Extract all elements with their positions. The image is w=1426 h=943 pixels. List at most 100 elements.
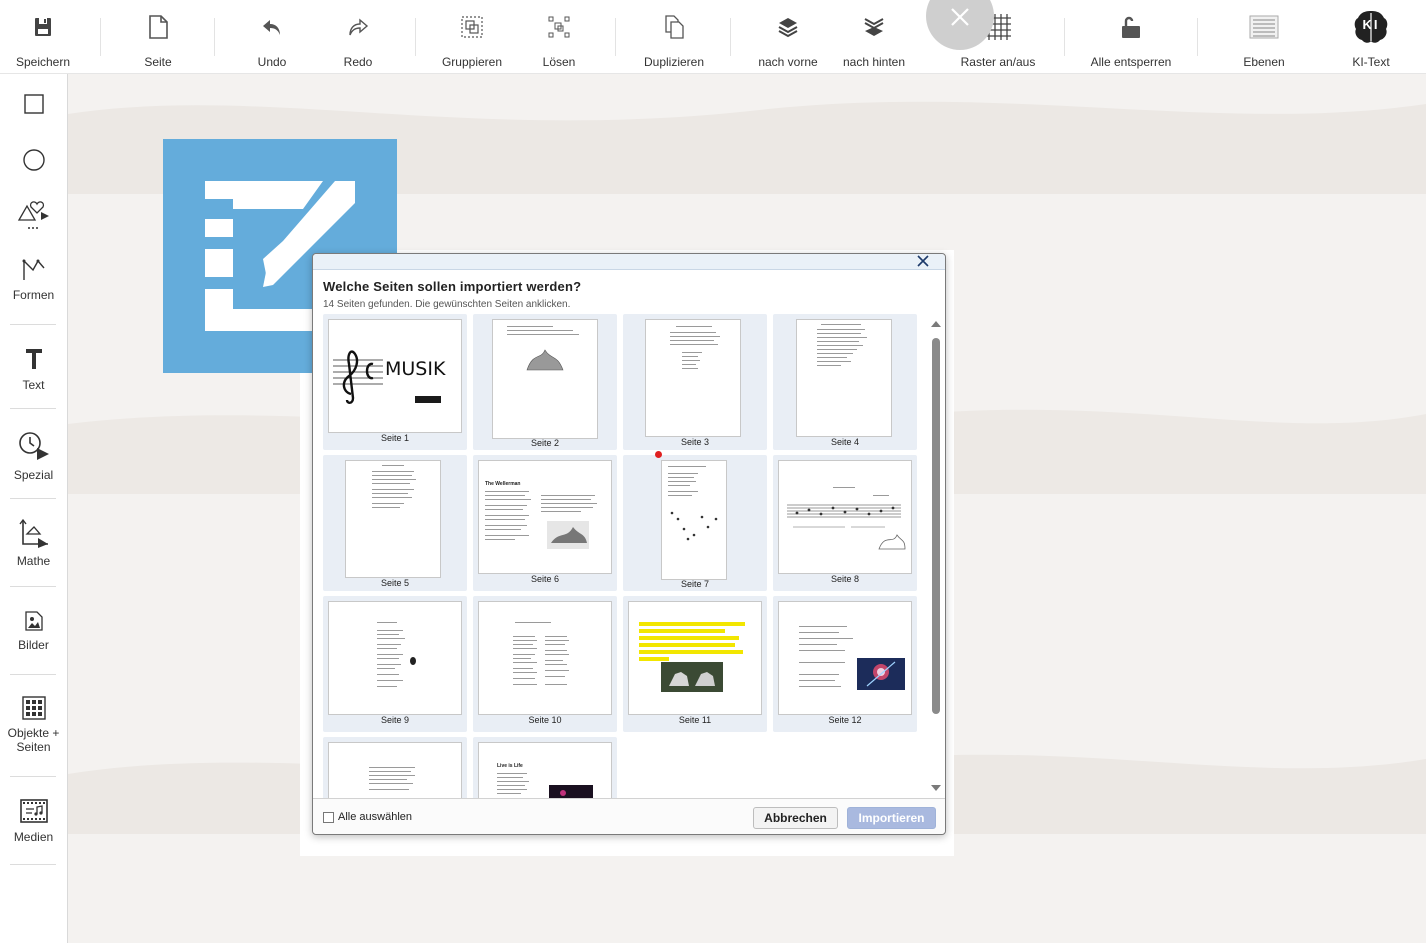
page-thumbnail[interactable]: Seite 2 — [473, 314, 617, 450]
page-thumbnail[interactable]: Seite 11 — [623, 596, 767, 732]
page-label: Seite 7 — [680, 579, 710, 589]
toolbar-label: Redo — [343, 55, 373, 69]
page-thumbnail[interactable]: Live is Life — [473, 737, 617, 798]
page-thumbnail[interactable]: Seite 9 — [323, 596, 467, 732]
page-label: Seite 12 — [828, 715, 862, 725]
close-icon — [917, 255, 929, 267]
page-thumbnail[interactable]: Seite 10 — [473, 596, 617, 732]
sidebar-circle-button[interactable] — [0, 148, 67, 172]
sidebar-math-button[interactable]: Mathe — [0, 518, 67, 568]
layers-icon — [1249, 12, 1279, 42]
toolbar-send-backward-button[interactable]: nach hinten — [838, 0, 910, 74]
page-label: Seite 10 — [528, 715, 562, 725]
toolbar-label: nach vorne — [758, 55, 818, 69]
toolbar-label: Alle entsperren — [1090, 55, 1172, 69]
toolbar-ai-text-button[interactable]: KI KI-Text — [1342, 0, 1400, 74]
toolbar-label: Ebenen — [1243, 55, 1285, 69]
page-label: Seite 2 — [530, 438, 560, 448]
page-thumbnail[interactable]: Seite 8 — [773, 455, 917, 591]
bug-icon — [410, 657, 416, 665]
page-thumbnail[interactable]: Seite 4 — [773, 314, 917, 450]
sidebar-rectangle-button[interactable] — [0, 94, 67, 114]
page-preview: MUSIK — [328, 319, 462, 433]
page-preview — [492, 319, 598, 439]
dotted-diagram-icon — [670, 511, 718, 541]
toolbar-duplicate-button[interactable]: Duplizieren — [638, 0, 710, 74]
toolbar-group-button[interactable]: Gruppieren — [436, 0, 508, 74]
page-thumbnail[interactable]: The Wellerman Seite 6 — [473, 455, 617, 591]
cancel-button[interactable]: Abbrechen — [753, 807, 838, 829]
send-backward-icon — [859, 12, 889, 42]
toolbar-undo-button[interactable]: Undo — [242, 0, 302, 74]
sidebar-label: Bilder — [18, 638, 49, 652]
page-preview — [778, 601, 912, 715]
sidebar-text-button[interactable]: Text — [0, 346, 67, 392]
dialog-title: Welche Seiten sollen importiert werden? — [323, 279, 582, 294]
toolbar-label: Speichern — [15, 55, 71, 69]
toolbar-ungroup-button[interactable]: Lösen — [530, 0, 588, 74]
page-label: Seite 4 — [830, 437, 860, 447]
toolbar-label: KI-Text — [1352, 55, 1390, 69]
select-all-label[interactable]: Alle auswählen — [338, 811, 412, 823]
page-thumbnail[interactable]: Seite 12 — [773, 596, 917, 732]
toolbar-page-button[interactable]: Seite — [128, 0, 188, 74]
shapes-icon — [17, 201, 49, 229]
bring-forward-icon — [773, 12, 803, 42]
left-sidebar: Formen Text Spezial Mathe Bilder Objekte… — [0, 74, 68, 943]
page-preview: Live is Life — [478, 742, 612, 798]
toolbar-save-button[interactable]: Speichern — [10, 0, 76, 74]
toolbar-redo-button[interactable]: Redo — [328, 0, 388, 74]
toolbar-layers-button[interactable]: Ebenen — [1234, 0, 1294, 74]
page-preview — [661, 460, 727, 580]
page-preview — [778, 460, 912, 574]
rose-photo-icon — [857, 658, 905, 690]
music-title: MUSIK — [385, 358, 446, 380]
sidebar-forms-button[interactable]: Formen — [0, 256, 67, 302]
toolbar-label: nach hinten — [842, 55, 906, 69]
triangle-down-icon — [931, 785, 941, 791]
dialog-subtitle: 14 Seiten gefunden. Die gewünschten Seit… — [323, 299, 571, 310]
sidebar-media-button[interactable]: Medien — [0, 798, 67, 844]
toolbar-unlock-all-button[interactable]: Alle entsperren — [1086, 0, 1176, 74]
page-icon — [143, 12, 173, 42]
sidebar-shapes-button[interactable] — [0, 198, 67, 232]
toolbar-label: Seite — [144, 55, 172, 69]
import-button[interactable]: Importieren — [847, 807, 936, 829]
group-icon — [457, 12, 487, 42]
sidebar-objects-pages-button[interactable]: Objekte + Seiten — [0, 696, 67, 754]
page-preview — [478, 601, 612, 715]
scroll-thumb[interactable] — [932, 338, 940, 714]
illustration-icon — [526, 349, 564, 371]
page-label: Seite 11 — [678, 715, 712, 725]
objects-grid-icon — [21, 696, 46, 720]
sidebar-label: Objekte + Seiten — [7, 726, 60, 754]
ship-illustration-icon — [547, 521, 589, 549]
image-icon — [24, 611, 43, 631]
page-label: Seite 1 — [380, 433, 410, 443]
page-thumbnail[interactable]: Seite 7 — [623, 455, 767, 591]
redo-icon — [343, 12, 373, 42]
polyline-icon — [22, 259, 45, 280]
toolbar-bring-forward-button[interactable]: nach vorne — [752, 0, 824, 74]
select-all-checkbox[interactable] — [323, 812, 334, 823]
page-preview — [645, 319, 741, 437]
rectangle-icon — [23, 94, 44, 114]
page-preview — [628, 601, 762, 715]
page-label: Seite 9 — [380, 715, 410, 725]
page-preview — [328, 742, 462, 798]
undo-icon — [257, 12, 287, 42]
page-thumbnail[interactable]: MUSIK Seite 1 — [323, 314, 467, 450]
page-thumbnail[interactable]: Seite 5 — [323, 455, 467, 591]
sidebar-label: Spezial — [13, 468, 54, 482]
scroll-down-arrow[interactable] — [930, 784, 942, 794]
ai-brain-icon: KI — [1352, 11, 1390, 43]
page-thumbnail[interactable] — [323, 737, 467, 798]
page-preview-title: Live is Life — [497, 763, 523, 769]
scroll-up-arrow[interactable] — [930, 320, 942, 330]
page-thumbnail[interactable]: Seite 3 — [623, 314, 767, 450]
sidebar-images-button[interactable]: Bilder — [0, 610, 67, 652]
thumbnail-scrollbar[interactable] — [930, 318, 942, 796]
sidebar-special-button[interactable]: Spezial — [0, 430, 67, 482]
circle-icon — [22, 149, 45, 171]
dialog-close-button[interactable] — [915, 253, 931, 269]
